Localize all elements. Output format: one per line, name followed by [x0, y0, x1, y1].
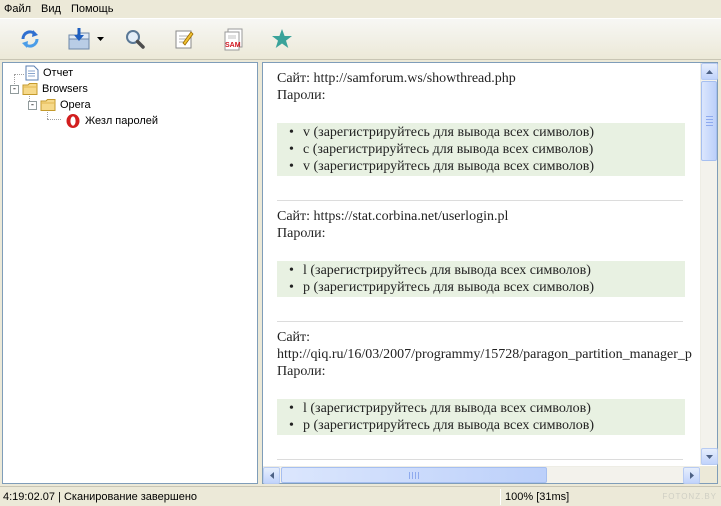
collapse-toggle[interactable]: -	[10, 84, 19, 94]
folder-icon	[40, 99, 56, 111]
password-item: c (зарегистрируйтесь для вывода всех сим…	[289, 141, 685, 158]
collapse-toggle[interactable]: -	[28, 100, 37, 110]
document-icon	[25, 65, 39, 81]
scroll-right-button[interactable]	[683, 467, 700, 484]
passwords-label: Пароли:	[277, 88, 326, 103]
entry-divider	[277, 321, 683, 322]
status-zoom: 100% [31ms]	[505, 490, 570, 503]
report-entry: Сайт: https://stat.corbina.net/userlogin…	[277, 208, 685, 297]
edit-button[interactable]	[168, 23, 200, 55]
report-panel: Сайт: http://samforum.ws/showthread.php …	[262, 62, 718, 484]
tree-item-label: Жезл паролей	[85, 115, 159, 127]
password-item: p (зарегистрируйтесь для вывода всех сим…	[289, 417, 685, 434]
tree-line	[47, 119, 61, 120]
site-line: Сайт:	[277, 330, 311, 345]
menu-help[interactable]: Помощь	[66, 0, 119, 18]
password-item: v (зарегистрируйтесь для вывода всех сим…	[289, 158, 685, 175]
password-item: v (зарегистрируйтесь для вывода всех сим…	[289, 124, 685, 141]
tree-item-browsers[interactable]: - Browsers	[10, 81, 89, 97]
vertical-scroll-thumb[interactable]	[701, 81, 717, 161]
save-dropdown-button[interactable]	[95, 23, 105, 55]
sam-label: SAM	[225, 42, 241, 49]
chevron-down-icon	[706, 454, 713, 459]
entry-divider	[277, 459, 683, 460]
password-item: p (зарегистрируйтесь для вывода всех сим…	[289, 279, 685, 296]
save-button[interactable]	[63, 23, 95, 55]
tree-item-opera[interactable]: - Opera	[28, 97, 92, 113]
tree-item-label: Отчет	[43, 67, 74, 79]
edit-icon	[175, 30, 194, 49]
horizontal-scroll-thumb[interactable]	[281, 467, 547, 483]
password-item: l (зарегистрируйтесь для вывода всех сим…	[289, 262, 685, 279]
watermark: FOTONZ.BY	[662, 492, 717, 501]
report-content: Сайт: http://samforum.ws/showthread.php …	[263, 63, 697, 465]
status-bar: 4:19:02.07 | Сканирование завершено 100%…	[0, 486, 721, 506]
site-url-line: http://qiq.ru/16/03/2007/programmy/15728…	[277, 347, 692, 362]
sam-report-icon: SAM	[224, 28, 243, 51]
tree-item-wand[interactable]: Жезл паролей	[65, 113, 159, 129]
chevron-down-icon	[96, 37, 104, 41]
passwords-label: Пароли:	[277, 226, 326, 241]
refresh-button[interactable]	[14, 23, 46, 55]
search-icon	[126, 30, 145, 49]
scroll-left-button[interactable]	[263, 467, 280, 484]
tree-item-report[interactable]: Отчет	[25, 65, 74, 81]
save-icon	[68, 28, 90, 50]
tree-item-label: Browsers	[42, 83, 88, 95]
scrollbar-corner	[700, 466, 717, 483]
favorites-button[interactable]	[266, 23, 298, 55]
tree-panel: Отчет - Browsers - Opera Жезл паролей	[2, 62, 258, 484]
report-entry: Сайт: http://qiq.ru/16/03/2007/programmy…	[277, 329, 692, 435]
refresh-icon	[21, 30, 39, 48]
password-list: l (зарегистрируйтесь для вывода всех сим…	[277, 399, 685, 435]
toolbar: SAM	[0, 18, 721, 60]
password-item: l (зарегистрируйтесь для вывода всех сим…	[289, 400, 685, 417]
folder-icon	[22, 83, 38, 95]
chevron-up-icon	[706, 69, 713, 74]
menu-bar: Файл Вид Помощь	[0, 0, 721, 18]
vertical-scrollbar[interactable]	[700, 63, 718, 465]
password-list: l (зарегистрируйтесь для вывода всех сим…	[277, 261, 685, 297]
tree-line	[14, 74, 24, 75]
horizontal-scrollbar[interactable]	[263, 466, 700, 484]
entry-divider	[277, 200, 683, 201]
favorite-star-icon	[272, 29, 292, 48]
opera-icon	[66, 114, 80, 128]
site-line: Сайт: https://stat.corbina.net/userlogin…	[277, 209, 509, 224]
password-list: v (зарегистрируйтесь для вывода всех сим…	[277, 123, 685, 176]
tree-item-label: Opera	[60, 99, 91, 111]
passwords-label: Пароли:	[277, 364, 326, 379]
chevron-left-icon	[269, 472, 274, 479]
status-message: 4:19:02.07 | Сканирование завершено	[3, 490, 198, 503]
search-button[interactable]	[119, 23, 151, 55]
site-line: Сайт: http://samforum.ws/showthread.php	[277, 71, 516, 86]
scroll-up-button[interactable]	[701, 63, 718, 80]
menu-view[interactable]: Вид	[36, 0, 66, 18]
menu-file[interactable]: Файл	[0, 0, 36, 18]
chevron-right-icon	[689, 472, 694, 479]
report-entry: Сайт: http://samforum.ws/showthread.php …	[277, 70, 685, 176]
scroll-down-button[interactable]	[701, 448, 718, 465]
sam-report-button[interactable]: SAM	[217, 23, 249, 55]
